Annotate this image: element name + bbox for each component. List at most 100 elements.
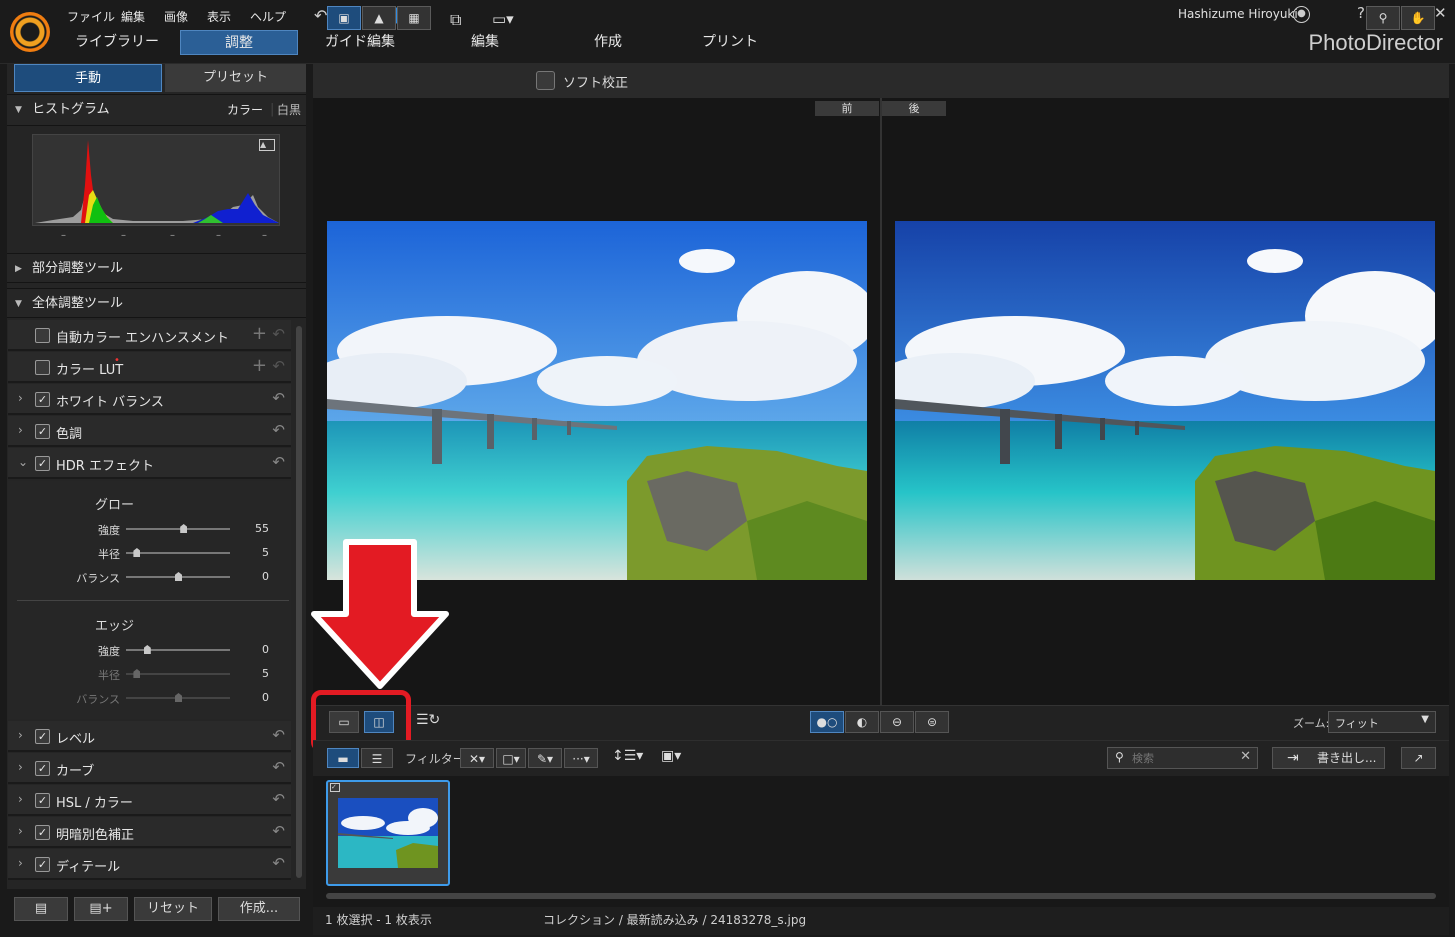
row-curves[interactable]: › ✓ カーブ ↶	[8, 753, 291, 784]
row-auto-color[interactable]: 自動カラー エンハンスメント + ↶	[8, 320, 291, 351]
search-input[interactable]	[1132, 750, 1232, 766]
view-single-icon[interactable]: ▣	[327, 6, 361, 30]
flag-filter-icon[interactable]: ✕▾	[460, 748, 494, 768]
undo-icon[interactable]: ↶	[272, 790, 285, 808]
section-local-adjust[interactable]: ▶ 部分調整ツール	[7, 253, 306, 283]
edge-radius-slider[interactable]	[126, 673, 230, 675]
menu-view[interactable]: 表示	[207, 8, 231, 25]
user-name[interactable]: Hashizume Hiroyuki	[1178, 7, 1298, 21]
row-white-balance[interactable]: › ✓ ホワイト バランス ↶	[8, 384, 291, 415]
soft-proof-checkbox[interactable]	[536, 71, 555, 90]
chevron-right-icon[interactable]: ›	[18, 728, 23, 742]
clear-icon[interactable]: ✕	[1240, 749, 1251, 764]
section-global-adjust[interactable]: ▼ 全体調整ツール	[7, 288, 306, 318]
histogram-color-toggle[interactable]: カラー	[227, 95, 263, 125]
chevron-right-icon[interactable]: ›	[18, 760, 23, 774]
undo-icon[interactable]: ↶	[314, 6, 327, 25]
edit-filter-icon[interactable]: ✎▾	[528, 748, 562, 768]
checkbox[interactable]	[35, 360, 50, 375]
undo-icon[interactable]: ↶	[272, 389, 285, 407]
tab-library[interactable]: ライブラリー	[62, 30, 172, 55]
histogram-header[interactable]: ▼ ヒストグラム カラー | 白黒	[7, 94, 306, 126]
select-icon[interactable]: ▣▾	[661, 748, 681, 764]
menu-edit[interactable]: 編集	[121, 8, 145, 25]
clipping-warning-icon[interactable]: ▲	[259, 139, 275, 151]
glow-strength-slider[interactable]	[126, 528, 230, 530]
reset-button[interactable]: リセット	[134, 897, 212, 921]
grid-view-icon[interactable]: ▦	[397, 6, 431, 30]
tab-edit[interactable]: 編集	[445, 30, 525, 55]
add-icon[interactable]: +	[252, 323, 267, 344]
tab-preset[interactable]: プリセット	[165, 64, 306, 92]
add-icon[interactable]: +	[252, 355, 267, 376]
checkbox[interactable]	[35, 328, 50, 343]
view-viewer-icon[interactable]: ▲	[362, 6, 396, 30]
edge-strength-slider[interactable]	[126, 649, 230, 651]
menu-file[interactable]: ファイル	[67, 8, 115, 25]
thumbnail[interactable]: ✓	[326, 780, 450, 886]
thumbnail-view-icon[interactable]: ▬	[327, 748, 359, 768]
checkbox[interactable]: ✓	[35, 825, 50, 840]
swap-icon[interactable]: ☰↻	[416, 712, 440, 728]
help-button[interactable]: ?	[1357, 4, 1365, 22]
undo-icon[interactable]: ↶	[272, 421, 285, 439]
checkbox[interactable]: ✓	[35, 857, 50, 872]
checkbox[interactable]: ✓	[35, 424, 50, 439]
export-button[interactable]: ⇥ 書き出し...	[1272, 747, 1385, 769]
open-external-icon[interactable]: ↗	[1401, 747, 1436, 769]
scrollbar[interactable]	[296, 326, 302, 878]
row-color-lut[interactable]: カラー LUT • + ↶	[8, 352, 291, 383]
chevron-right-icon[interactable]: ›	[18, 856, 23, 870]
row-levels[interactable]: › ✓ レベル ↶	[8, 721, 291, 752]
chevron-right-icon[interactable]: ›	[18, 423, 23, 437]
chevron-down-icon[interactable]: ⌄	[18, 455, 28, 469]
glow-radius-slider[interactable]	[126, 552, 230, 554]
row-hsl[interactable]: › ✓ HSL / カラー ↶	[8, 785, 291, 816]
undo-icon[interactable]: ↶	[272, 325, 285, 343]
undo-icon[interactable]: ↶	[272, 357, 285, 375]
monitor-icon[interactable]: ▭▾	[492, 10, 514, 28]
tab-adjust[interactable]: 調整	[180, 30, 298, 55]
user-icon[interactable]: ●	[1293, 6, 1310, 23]
undo-icon[interactable]: ↶	[272, 453, 285, 471]
close-button[interactable]: ✕	[1434, 4, 1447, 22]
undo-icon[interactable]: ↶	[272, 822, 285, 840]
paste-settings-button[interactable]: ▤+	[74, 897, 128, 921]
tab-print[interactable]: プリント	[690, 30, 770, 55]
histogram-mono-toggle[interactable]: 白黒	[277, 95, 301, 125]
undo-icon[interactable]: ↶	[272, 854, 285, 872]
compare-icon[interactable]: ⧉	[450, 10, 461, 30]
checkbox[interactable]: ✓	[35, 456, 50, 471]
tab-create[interactable]: 作成	[568, 30, 648, 55]
copy-settings-button[interactable]: ▤	[14, 897, 68, 921]
tab-manual[interactable]: 手動	[14, 64, 162, 92]
tab-guided-edit[interactable]: ガイド編集	[310, 30, 410, 55]
row-split-toning[interactable]: › ✓ 明暗別色補正 ↶	[8, 817, 291, 848]
hand-icon[interactable]: ✋	[1401, 6, 1435, 30]
chevron-right-icon[interactable]: ›	[18, 792, 23, 806]
menu-image[interactable]: 画像	[164, 8, 188, 25]
zoom-select[interactable]: フィット ▼	[1328, 711, 1436, 733]
create-button[interactable]: 作成...	[218, 897, 300, 921]
compare-side-icon[interactable]: ●○	[810, 711, 844, 733]
menu-help[interactable]: ヘルプ	[250, 8, 286, 25]
search-icon[interactable]: ⚲	[1366, 6, 1400, 30]
checkbox[interactable]: ✓	[35, 761, 50, 776]
stack-vertical-icon[interactable]: ⊖	[880, 711, 914, 733]
undo-icon[interactable]: ↶	[272, 726, 285, 744]
chevron-right-icon[interactable]: ›	[18, 824, 23, 838]
search-box[interactable]: ⚲ ✕	[1107, 747, 1258, 769]
label-filter-icon[interactable]: □▾	[496, 748, 526, 768]
undo-icon[interactable]: ↶	[272, 758, 285, 776]
checkbox[interactable]: ✓	[35, 392, 50, 407]
list-view-icon[interactable]: ☰	[361, 748, 393, 768]
checkbox[interactable]: ✓	[35, 729, 50, 744]
row-tone[interactable]: › ✓ 色調 ↶	[8, 416, 291, 447]
chevron-right-icon[interactable]: ›	[18, 391, 23, 405]
filmstrip-scrollbar[interactable]	[326, 893, 1436, 899]
row-hdr-effect[interactable]: ⌄ ✓ HDR エフェクト ↶	[8, 448, 291, 479]
split-horizontal-icon[interactable]: ⊜	[915, 711, 949, 733]
compare-divider[interactable]	[880, 98, 882, 705]
split-vertical-icon[interactable]: ◐	[845, 711, 879, 733]
row-detail[interactable]: › ✓ ディテール ↶	[8, 849, 291, 880]
